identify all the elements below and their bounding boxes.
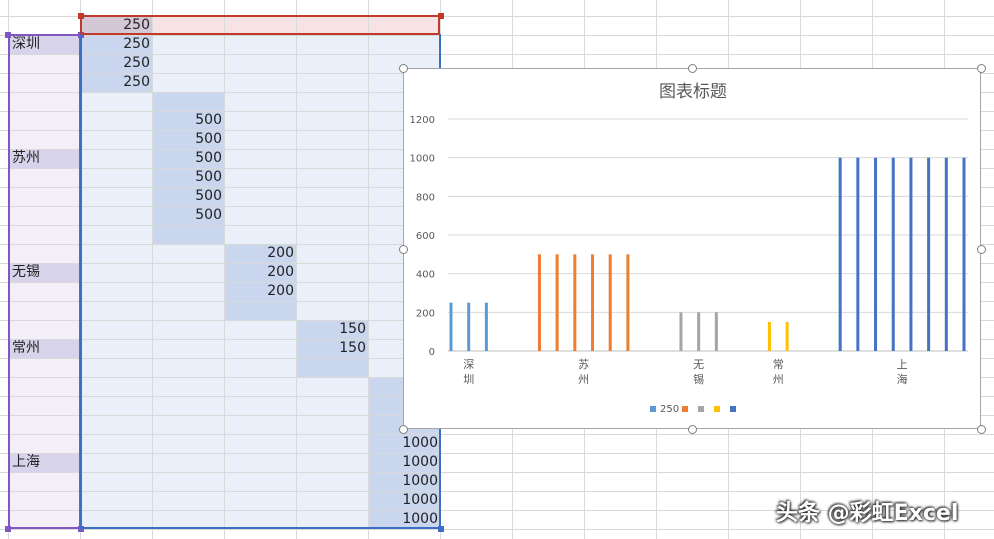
chart-area[interactable]: 图表标题 0 200 400 600 800 1000 1200 深圳 苏州 无锡 常州 上海 250: [399, 64, 986, 434]
values-range-selection[interactable]: [80, 34, 441, 529]
chart-resize-handle[interactable]: [688, 64, 697, 73]
bar: [467, 302, 471, 351]
bar: [767, 322, 771, 351]
chart-resize-handle[interactable]: [399, 425, 408, 434]
bar: [697, 312, 701, 351]
y-tick-label: 600: [416, 231, 435, 242]
y-tick-label: 1200: [410, 115, 435, 126]
bar: [626, 254, 630, 351]
bar: [944, 157, 948, 351]
bar: [484, 302, 488, 351]
watermark: 头条 @彩虹Excel: [776, 501, 959, 526]
legend-swatch: [682, 406, 688, 412]
x-category-label: 无锡: [693, 358, 704, 386]
x-category-label: 苏州: [578, 358, 589, 386]
chart-resize-handle[interactable]: [688, 425, 697, 434]
bar: [555, 254, 559, 351]
bar: [891, 157, 895, 351]
y-tick-label: 1000: [410, 154, 435, 165]
legend-swatch: [698, 406, 704, 412]
series-name-selection[interactable]: [80, 15, 440, 35]
grid-line: [0, 529, 994, 530]
bar: [785, 322, 789, 351]
bar: [909, 157, 913, 351]
y-tick-label: 200: [416, 308, 435, 319]
bar: [874, 157, 878, 351]
bar: [927, 157, 931, 351]
bar: [449, 302, 453, 351]
chart-resize-handle[interactable]: [977, 244, 986, 254]
category-range-selection[interactable]: [8, 34, 81, 529]
legend-swatch: [650, 406, 656, 412]
bar: [537, 254, 541, 351]
y-tick-label: 0: [429, 347, 435, 358]
bar: [608, 254, 612, 351]
bar: [856, 157, 860, 351]
bar: [714, 312, 718, 351]
chart-resize-handle[interactable]: [977, 64, 986, 73]
y-tick-label: 400: [416, 270, 435, 281]
x-category-label: 深圳: [463, 358, 474, 386]
legend-swatch: [730, 406, 736, 412]
bar: [962, 157, 966, 351]
bar: [573, 254, 577, 351]
bar: [679, 312, 683, 351]
bar: [838, 157, 842, 351]
y-tick-label: 800: [416, 192, 435, 203]
chart-svg: 图表标题 0 200 400 600 800 1000 1200 深圳 苏州 无锡 常州 上海 250: [410, 82, 968, 415]
chart-resize-handle[interactable]: [399, 244, 408, 254]
chart-resize-handle[interactable]: [977, 425, 986, 434]
legend-label: 250: [660, 404, 679, 415]
x-category-label: 上海: [897, 358, 908, 386]
x-category-label: 常州: [773, 358, 784, 386]
legend-swatch: [714, 406, 720, 412]
bar: [591, 254, 595, 351]
chart-resize-handle[interactable]: [399, 64, 408, 73]
chart-title: 图表标题: [659, 82, 727, 102]
